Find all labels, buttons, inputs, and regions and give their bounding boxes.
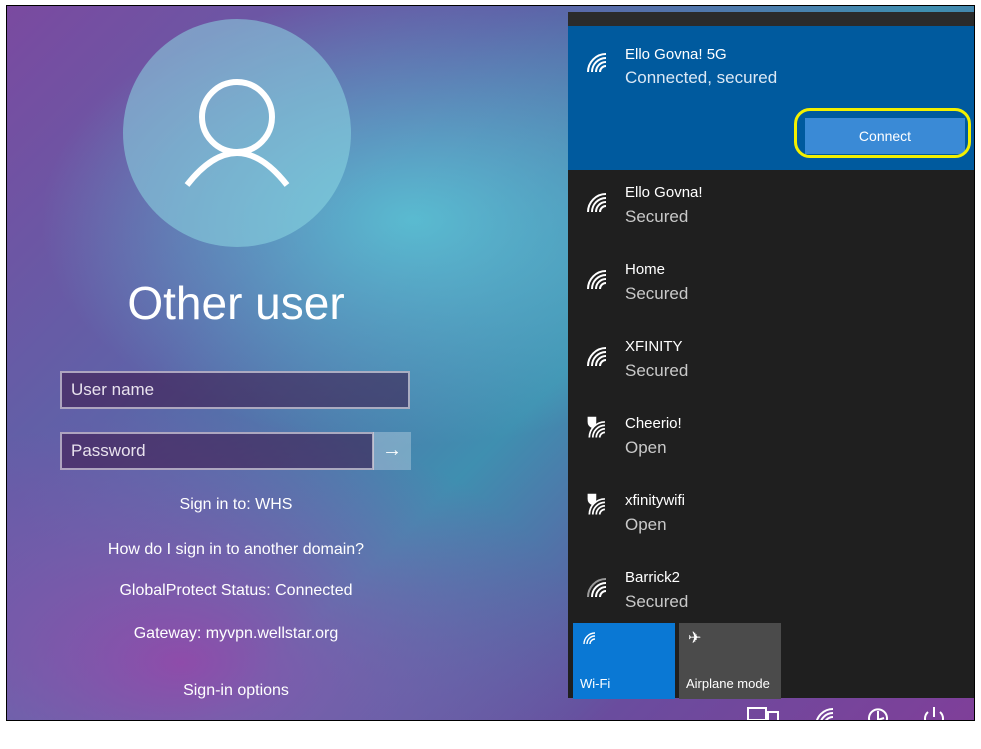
network-name: XFINITY [625,338,683,355]
gateway-text: Gateway: myvpn.wellstar.org [133,625,339,642]
user-avatar [123,19,351,247]
wifi-icon [587,53,607,73]
lock-screen: Other user User name Password → Sign in … [6,5,975,721]
network-item[interactable]: Home Secured [568,249,974,325]
wifi-icon [587,578,607,598]
connect-highlight [794,108,971,158]
network-item[interactable]: Cheerio! Open [568,403,974,479]
network-status: Secured [625,592,689,611]
wifi-icon [583,632,596,645]
network-item[interactable]: Barrick2 Secured [568,557,974,619]
panel-top-edge [568,12,974,26]
network-status: Connected, secured [625,68,778,87]
wifi-tile-label: Wi-Fi [580,676,611,691]
network-status: Open [625,515,667,534]
password-field[interactable]: Password [60,432,374,470]
network-status: Open [625,438,667,457]
network-status: Secured [625,207,689,226]
wifi-icon [587,193,607,213]
user-icon [184,79,290,187]
network-name: xfinitywifi [625,492,686,509]
wifi-icon[interactable] [813,706,841,721]
network-status: Secured [625,361,689,380]
airplane-tile-label: Airplane mode [686,676,770,691]
ease-of-access-icon[interactable] [863,706,893,721]
wifi-icon [587,270,607,290]
power-icon[interactable] [920,706,948,721]
username-field[interactable]: User name [60,371,410,409]
wifi-tile[interactable]: Wi-Fi [573,623,675,699]
network-name: Ello Govna! 5G [625,46,727,63]
signin-options-link[interactable]: Sign-in options [7,682,465,700]
network-name: Ello Govna! [625,184,703,201]
network-name: Barrick2 [625,569,681,586]
network-name: Cheerio! [625,415,682,432]
selected-network[interactable]: Ello Govna! 5G Connected, secured Connec… [568,26,974,170]
globalprotect-status: GlobalProtect Status: Connected [119,582,353,599]
sign-in-to-text: Sign in to: WHS [179,496,293,513]
airplane-mode-tile[interactable]: ✈ Airplane mode [679,623,781,699]
wifi-open-shield-icon [587,416,606,438]
user-title: Other user [127,277,345,329]
wifi-icon [587,347,607,367]
airplane-icon: ✈ [688,630,702,647]
network-item[interactable]: Ello Govna! Secured [568,172,974,248]
network-item[interactable]: xfinitywifi Open [568,480,974,556]
domain-help-link[interactable]: How do I sign in to another domain? [7,541,465,559]
network-status: Secured [625,284,689,303]
submit-arrow-icon[interactable]: → [373,432,411,470]
network-icon[interactable] [746,706,780,721]
wifi-open-shield-icon [587,493,606,515]
network-item[interactable]: XFINITY Secured [568,326,974,402]
network-name: Home [625,261,666,278]
wifi-flyout: Ello Govna! 5G Connected, secured Connec… [568,12,974,699]
